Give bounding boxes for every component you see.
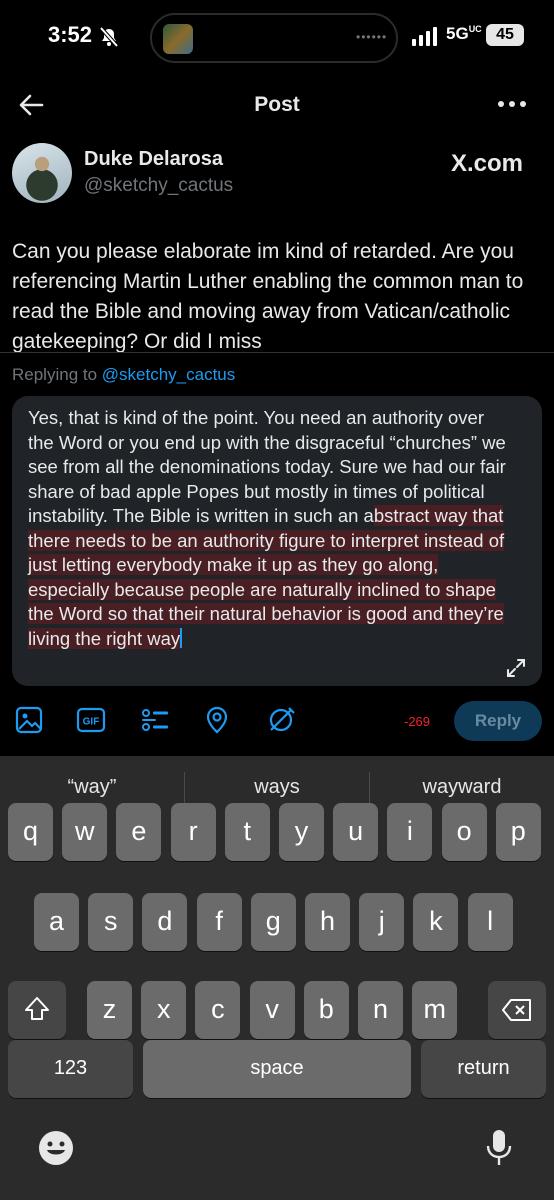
key-q[interactable]: q <box>8 803 53 861</box>
battery-indicator: 45 <box>486 24 524 46</box>
delete-key[interactable] <box>488 981 546 1039</box>
post-text: Can you please elaborate im kind of reta… <box>12 240 524 353</box>
schedule-icon[interactable] <box>266 705 296 735</box>
key-x[interactable]: x <box>141 981 187 1039</box>
numbers-key[interactable]: 123 <box>8 1040 133 1098</box>
svg-text:GIF: GIF <box>83 717 100 728</box>
key-d[interactable]: d <box>142 893 188 951</box>
shift-icon <box>25 997 49 1020</box>
key-g[interactable]: g <box>250 893 296 951</box>
reply-text-over-limit: bstract way that there needs to be an au… <box>28 505 505 649</box>
key-p[interactable]: p <box>495 803 541 861</box>
poll-icon[interactable] <box>140 705 170 735</box>
key-i[interactable]: i <box>387 803 433 861</box>
divider <box>0 352 554 353</box>
x-watermark: X.com <box>451 150 524 177</box>
key-r[interactable]: r <box>170 803 216 861</box>
replying-to-label: Replying to @sketchy_cactus <box>12 365 235 385</box>
character-counter: -269 <box>404 714 431 729</box>
key-f[interactable]: f <box>196 893 242 951</box>
image-icon[interactable] <box>14 705 44 735</box>
suggestion-3[interactable]: wayward <box>370 776 554 799</box>
page-title: Post <box>254 93 300 116</box>
key-j[interactable]: j <box>359 893 405 951</box>
backspace-icon <box>502 999 531 1021</box>
return-key[interactable]: return <box>421 1040 546 1098</box>
key-e[interactable]: e <box>116 803 162 861</box>
island-dots-indicator: •••••• <box>356 30 388 44</box>
key-l[interactable]: l <box>467 893 513 951</box>
key-m[interactable]: m <box>412 981 458 1039</box>
key-y[interactable]: y <box>279 803 324 861</box>
reply-text-input[interactable]: Yes, that is kind of the point. You need… <box>28 406 508 651</box>
key-c[interactable]: c <box>195 981 241 1039</box>
key-s[interactable]: s <box>88 893 134 951</box>
space-key[interactable]: space <box>143 1040 411 1098</box>
key-u[interactable]: u <box>333 803 379 861</box>
key-v[interactable]: v <box>249 981 295 1039</box>
status-time: 3:52 <box>48 22 93 47</box>
network-type: 5GUC <box>446 24 482 43</box>
avatar[interactable] <box>12 143 72 203</box>
key-w[interactable]: w <box>62 803 108 861</box>
key-a[interactable]: a <box>34 893 79 951</box>
key-b[interactable]: b <box>303 981 349 1039</box>
text-caret <box>180 627 183 648</box>
more-options-icon[interactable] <box>496 97 528 111</box>
signal-icon <box>412 27 437 46</box>
bell-muted-icon <box>99 26 119 48</box>
key-k[interactable]: k <box>413 893 459 951</box>
key-n[interactable]: n <box>358 981 403 1039</box>
suggestion-1[interactable]: “way” <box>0 776 184 799</box>
author-handle[interactable]: @sketchy_cactus <box>84 175 233 197</box>
now-playing-thumbnail[interactable] <box>163 24 193 54</box>
key-t[interactable]: t <box>224 803 270 861</box>
key-z[interactable]: z <box>87 981 132 1039</box>
replying-prefix: Replying to <box>12 365 102 384</box>
location-icon[interactable] <box>202 705 232 735</box>
reply-button[interactable]: Reply <box>454 701 542 741</box>
emoji-icon[interactable] <box>38 1130 74 1166</box>
microphone-icon[interactable] <box>484 1128 514 1168</box>
key-o[interactable]: o <box>441 803 487 861</box>
gif-icon[interactable]: GIF <box>76 705 106 735</box>
suggestion-2[interactable]: ways <box>185 776 369 799</box>
replying-handle-link[interactable]: @sketchy_cactus <box>102 365 235 384</box>
expand-icon[interactable] <box>504 656 528 680</box>
shift-key[interactable] <box>8 981 66 1039</box>
author-name[interactable]: Duke Delarosa <box>84 148 223 171</box>
key-h[interactable]: h <box>305 893 350 951</box>
